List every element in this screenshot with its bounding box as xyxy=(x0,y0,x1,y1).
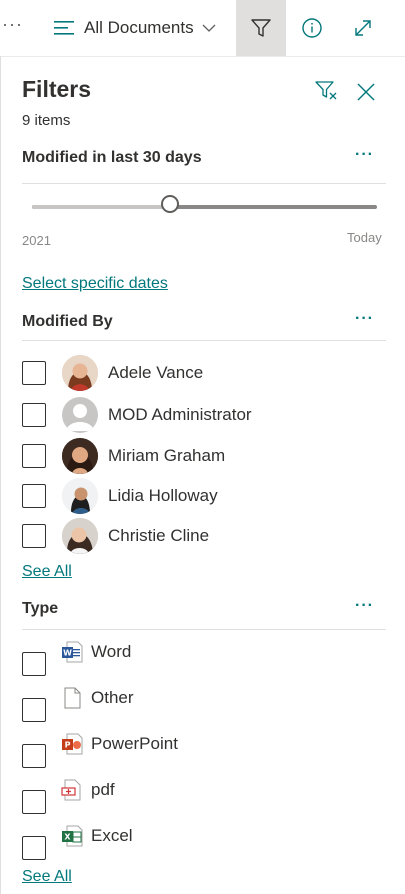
type-label: Word xyxy=(91,642,132,661)
person-name: Lidia Holloway xyxy=(108,486,218,505)
generic-file-icon xyxy=(64,687,81,709)
powerpoint-icon: P xyxy=(62,733,83,755)
type-row-excel[interactable]: X Excel xyxy=(22,823,133,861)
select-dates-link[interactable]: Select specific dates xyxy=(22,275,168,293)
avatar xyxy=(62,438,98,474)
pdf-icon xyxy=(61,779,81,801)
ellipsis-icon[interactable]: ··· xyxy=(2,14,23,35)
avatar xyxy=(62,478,98,514)
list-view-icon xyxy=(54,21,74,35)
clear-filter-icon[interactable] xyxy=(315,80,339,102)
type-label: pdf xyxy=(91,780,115,799)
expand-icon xyxy=(355,20,371,36)
date-slider-thumb[interactable] xyxy=(161,195,179,213)
type-label: PowerPoint xyxy=(91,734,178,753)
person-row-lidia-holloway[interactable]: Lidia Holloway xyxy=(22,477,218,515)
word-icon: W xyxy=(62,641,83,663)
excel-icon: X xyxy=(62,825,83,847)
checkbox[interactable] xyxy=(22,836,46,860)
avatar xyxy=(62,355,98,391)
person-name: Christie Cline xyxy=(108,526,210,545)
checkbox[interactable] xyxy=(22,698,46,722)
person-row-mod-administrator[interactable]: MOD Administrator xyxy=(22,396,252,434)
checkbox[interactable] xyxy=(22,444,46,468)
avatar xyxy=(62,518,98,554)
checkbox[interactable] xyxy=(22,403,46,427)
panel-title: Filters xyxy=(22,76,92,102)
modified-by-section-title: Modified By xyxy=(22,313,113,330)
modified-more-button[interactable]: ··· xyxy=(355,146,374,164)
type-label: Excel xyxy=(91,826,133,845)
chevron-down-icon xyxy=(202,24,216,32)
command-bar: ··· All Documents xyxy=(0,0,405,57)
person-row-adele-vance[interactable]: Adele Vance xyxy=(22,354,203,392)
person-name: MOD Administrator xyxy=(108,405,252,424)
close-icon[interactable] xyxy=(357,83,375,101)
date-slider-fill xyxy=(32,205,170,209)
modified-by-more-button[interactable]: ··· xyxy=(355,310,374,328)
checkbox[interactable] xyxy=(22,524,46,548)
type-row-other[interactable]: Other xyxy=(22,685,134,723)
expand-button[interactable] xyxy=(338,0,388,56)
filters-panel: Filters 9 items Modified in last 30 days… xyxy=(0,56,405,894)
info-icon xyxy=(302,18,322,38)
view-switcher[interactable]: All Documents xyxy=(54,0,216,56)
type-row-pdf[interactable]: pdf xyxy=(22,777,115,815)
type-more-button[interactable]: ··· xyxy=(355,597,374,615)
divider xyxy=(22,340,386,341)
type-section-title: Type xyxy=(22,600,59,617)
checkbox[interactable] xyxy=(22,652,46,676)
filter-button[interactable] xyxy=(236,0,286,56)
see-all-people-link[interactable]: See All xyxy=(22,563,72,581)
info-button[interactable] xyxy=(287,0,337,56)
person-row-miriam-graham[interactable]: Miriam Graham xyxy=(22,437,225,475)
date-slider-track[interactable] xyxy=(32,205,377,209)
view-label: All Documents xyxy=(84,18,194,37)
checkbox[interactable] xyxy=(22,484,46,508)
person-name: Miriam Graham xyxy=(108,446,226,465)
type-label: Other xyxy=(91,688,134,707)
checkbox[interactable] xyxy=(22,361,46,385)
type-row-powerpoint[interactable]: P PowerPoint xyxy=(22,731,178,769)
filter-icon xyxy=(251,19,271,37)
see-all-types-link[interactable]: See All xyxy=(22,868,72,886)
divider xyxy=(22,629,386,630)
type-row-word[interactable]: W Word xyxy=(22,639,131,677)
checkbox[interactable] xyxy=(22,790,46,814)
default-avatar-icon xyxy=(62,397,98,433)
person-row-christie-cline[interactable]: Christie Cline xyxy=(22,517,209,555)
divider xyxy=(22,183,386,184)
slider-min-label: 2021 xyxy=(22,233,51,248)
svg-text:P: P xyxy=(65,741,71,750)
svg-text:X: X xyxy=(64,833,71,842)
checkbox[interactable] xyxy=(22,744,46,768)
svg-text:W: W xyxy=(63,649,72,658)
item-count: 9 items xyxy=(22,112,71,129)
modified-section-title: Modified in last 30 days xyxy=(22,149,202,166)
person-name: Adele Vance xyxy=(108,363,204,382)
slider-max-label: Today xyxy=(347,230,382,245)
